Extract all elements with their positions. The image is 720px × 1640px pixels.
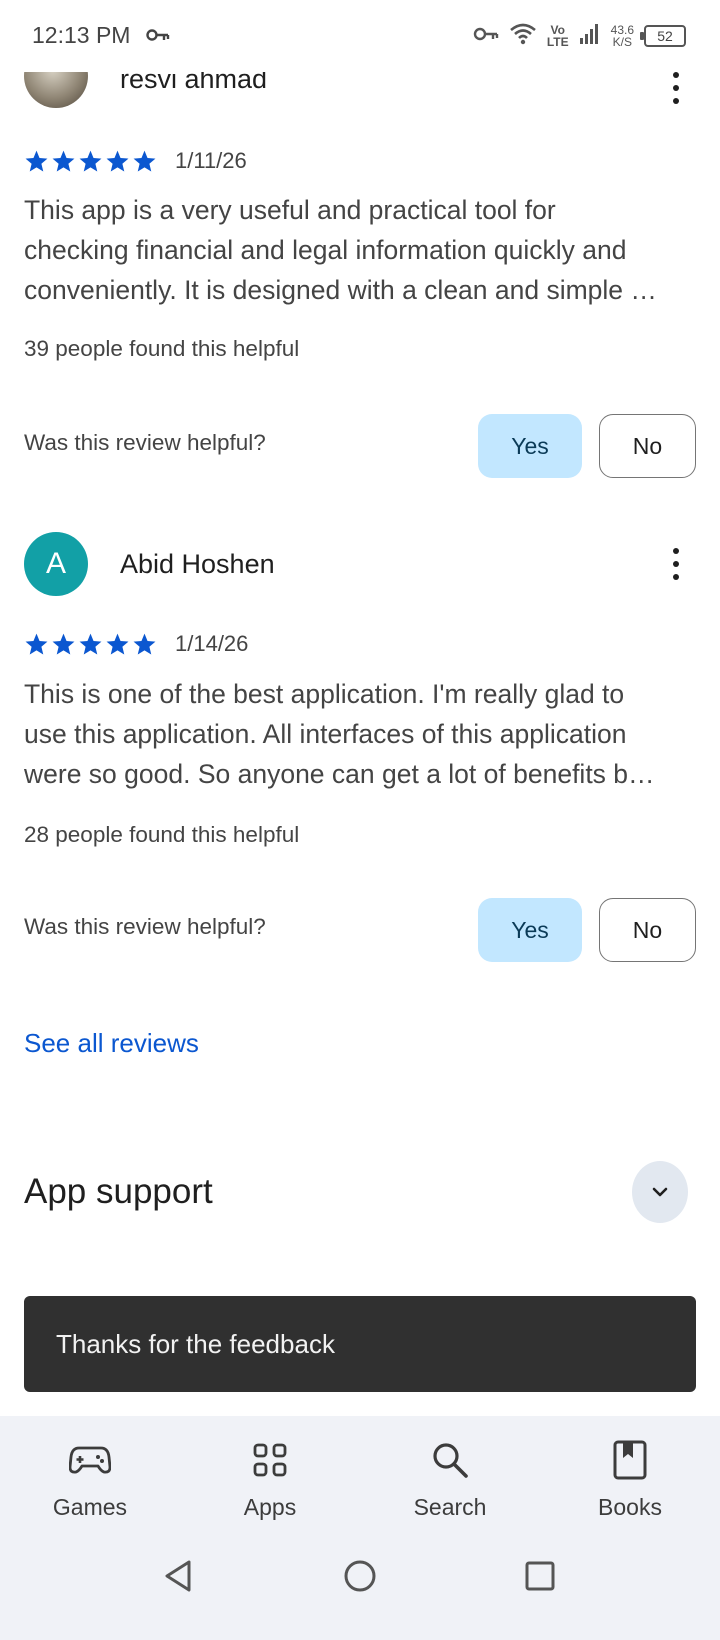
- book-icon: [608, 1438, 652, 1482]
- review-date: 1/11/26: [175, 148, 247, 173]
- nav-item-books[interactable]: Books: [540, 1416, 720, 1530]
- system-navigation-bar: [0, 1530, 720, 1640]
- review-text-line: This is one of the best application. I'm…: [24, 679, 625, 709]
- review-text[interactable]: This app is a very useful and practical …: [24, 190, 696, 310]
- bottom-navigation: Games Apps Search Books: [0, 1416, 720, 1530]
- star-icon: [106, 633, 129, 654]
- nav-label: Games: [52, 1494, 128, 1520]
- volte-indicator: Vo LTE: [547, 24, 569, 48]
- reviewer-avatar: A: [24, 532, 88, 596]
- review-text-line: were so good. So anyone can get a lot of…: [24, 759, 655, 789]
- snackbar: Thanks for the feedback: [24, 1296, 696, 1392]
- helpful-count: 39 people found this helpful: [24, 336, 300, 361]
- status-time: 12:13 PM: [32, 22, 131, 48]
- more-options-button[interactable]: [662, 544, 690, 584]
- apps-grid-icon: [248, 1438, 292, 1482]
- review-date: 1/14/26: [175, 631, 249, 656]
- rating-row: 1/14/26: [24, 631, 248, 657]
- battery-icon: 52: [640, 25, 686, 47]
- home-icon: [344, 1560, 376, 1592]
- wifi-icon: [509, 22, 537, 51]
- review-text[interactable]: This is one of the best application. I'm…: [24, 674, 696, 794]
- star-rating: [24, 149, 157, 174]
- star-icon: [133, 633, 156, 654]
- helpful-no-button[interactable]: No: [599, 898, 696, 962]
- app-support-expand-button[interactable]: [632, 1161, 688, 1223]
- helpful-yes-button[interactable]: Yes: [478, 414, 582, 478]
- star-icon: [133, 150, 156, 171]
- gamepad-icon: [68, 1438, 112, 1482]
- star-icon: [79, 150, 102, 171]
- back-icon: [165, 1560, 191, 1592]
- app-support-title[interactable]: App support: [24, 1172, 213, 1212]
- review-card: resvi ahmad 1/11/26 This app is a very u…: [24, 44, 696, 484]
- review-text-line: checking financial and legal information…: [24, 235, 627, 265]
- vpn-key-icon: [473, 26, 499, 47]
- star-icon: [106, 150, 129, 171]
- review-text-line: use this application. All interfaces of …: [24, 719, 627, 749]
- star-icon: [25, 150, 48, 171]
- nav-label: Apps: [243, 1494, 297, 1520]
- chevron-down-icon: [652, 1187, 668, 1197]
- back-button[interactable]: [154, 1552, 202, 1600]
- helpful-question: Was this review helpful?: [24, 430, 266, 455]
- review-text-line: conveniently. It is designed with a clea…: [24, 275, 657, 305]
- status-icons: Vo LTE 43.6 K/S 52: [473, 22, 686, 50]
- helpful-question: Was this review helpful?: [24, 914, 266, 939]
- review-card: A Abid Hoshen 1/14/26 This is one of the…: [24, 532, 696, 972]
- recents-button[interactable]: [516, 1552, 564, 1600]
- battery-level: 52: [657, 28, 673, 44]
- star-icon: [25, 633, 48, 654]
- nav-label: Books: [598, 1494, 662, 1520]
- home-button[interactable]: [336, 1552, 384, 1600]
- nav-item-games[interactable]: Games: [0, 1416, 180, 1530]
- star-icon: [52, 633, 75, 654]
- star-icon: [52, 150, 75, 171]
- nav-label: Search: [413, 1494, 487, 1520]
- network-speed: 43.6 K/S: [611, 24, 634, 48]
- review-text-line: This app is a very useful and practical …: [24, 195, 556, 225]
- signal-icon: [579, 23, 601, 50]
- vpn-key-icon: [146, 28, 170, 47]
- reviewer-name: Abid Hoshen: [120, 549, 275, 579]
- star-rating: [24, 632, 157, 657]
- nav-item-apps[interactable]: Apps: [180, 1416, 360, 1530]
- speed-unit: K/S: [612, 35, 632, 49]
- search-icon: [428, 1438, 472, 1482]
- helpful-no-button[interactable]: No: [599, 414, 696, 478]
- see-all-reviews-link[interactable]: See all reviews: [24, 1028, 199, 1059]
- nav-item-search[interactable]: Search: [360, 1416, 540, 1530]
- more-options-button[interactable]: [662, 68, 690, 108]
- helpful-yes-button[interactable]: Yes: [478, 898, 582, 962]
- star-icon: [79, 633, 102, 654]
- volte-bottom: LTE: [546, 35, 569, 49]
- rating-row: 1/11/26: [24, 148, 247, 174]
- status-bar: 12:13 PM Vo LTE 43.6 K/S 52: [0, 0, 720, 72]
- helpful-count: 28 people found this helpful: [24, 822, 300, 847]
- recents-icon: [525, 1561, 555, 1591]
- snackbar-text: Thanks for the feedback: [56, 1328, 335, 1359]
